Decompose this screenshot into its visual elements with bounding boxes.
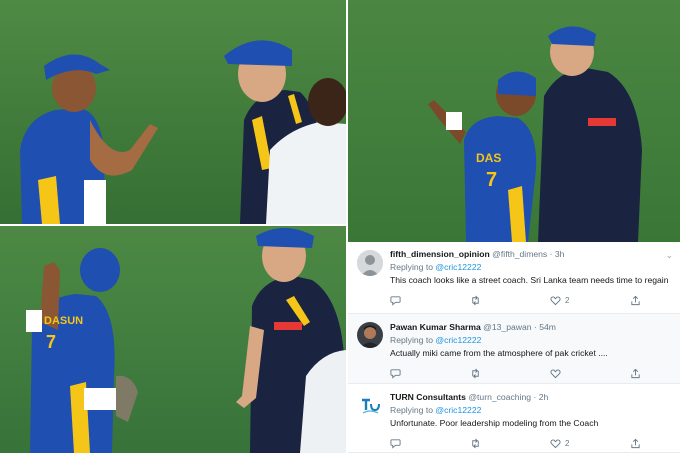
tweet-author-name[interactable]: TURN Consultants — [390, 392, 466, 402]
reply-button[interactable] — [390, 437, 401, 449]
avatar[interactable] — [357, 250, 383, 276]
replying-to-link[interactable]: @cric12222 — [435, 262, 481, 272]
retweet-button[interactable] — [470, 437, 481, 449]
tweet-actions — [390, 367, 672, 379]
share-button[interactable] — [630, 294, 641, 306]
avatar-icon — [357, 322, 383, 348]
tweet-time[interactable]: 2h — [539, 392, 549, 402]
avatar[interactable] — [357, 392, 383, 418]
like-button[interactable]: 2 — [550, 437, 569, 449]
retweet-icon — [472, 438, 479, 448]
tweet-header: fifth_dimension_opinion @fifth_dimens · … — [390, 249, 565, 259]
share-icon — [631, 438, 640, 448]
replying-label: Replying to — [390, 405, 433, 415]
tweet-text: Actually miki came from the atmosphere o… — [390, 348, 608, 358]
jersey-name-text: DAS — [476, 151, 501, 165]
tweet-replies-panel: fifth_dimension_opinion @fifth_dimens · … — [348, 242, 680, 453]
tweet-time[interactable]: 3h — [555, 249, 565, 259]
heart-icon — [550, 368, 561, 378]
replying-to-link[interactable]: @cric12222 — [435, 405, 481, 415]
tweet-author-handle[interactable]: @fifth_dimens — [492, 249, 547, 259]
tweet-card[interactable]: TURN Consultants @turn_coaching · 2h Rep… — [348, 384, 680, 453]
replying-to-line: Replying to @cric12222 — [390, 335, 481, 345]
photo-top-right: DAS 7 — [348, 0, 680, 242]
tweet-header: TURN Consultants @turn_coaching · 2h — [390, 392, 549, 402]
more-icon[interactable]: ⌄ — [665, 250, 674, 261]
tweet-actions: 2 — [390, 437, 672, 449]
reply-icon — [390, 295, 401, 306]
share-icon — [631, 295, 640, 305]
reply-icon — [390, 438, 401, 449]
tweet-author-handle[interactable]: @turn_coaching — [468, 392, 531, 402]
like-button[interactable] — [550, 367, 565, 379]
tweet-actions: 2 — [390, 294, 672, 306]
retweet-button[interactable] — [470, 294, 481, 306]
share-button[interactable] — [630, 437, 641, 449]
tweet-time[interactable]: 54m — [539, 322, 556, 332]
tweet-text: Unfortunate. Poor leadership modeling fr… — [390, 418, 599, 428]
reply-button[interactable] — [390, 367, 401, 379]
tweet-card[interactable]: Pawan Kumar Sharma @13_pawan · 54m Reply… — [348, 314, 680, 384]
tweet-text: This coach looks like a street coach. Sr… — [390, 275, 669, 285]
replying-label: Replying to — [390, 335, 433, 345]
heart-icon — [550, 438, 561, 448]
jersey-number-text-2: 7 — [46, 332, 56, 352]
tweet-author-name[interactable]: Pawan Kumar Sharma — [390, 322, 481, 332]
tweet-card[interactable]: fifth_dimension_opinion @fifth_dimens · … — [348, 242, 680, 314]
reply-button[interactable] — [390, 294, 401, 306]
retweet-icon — [472, 368, 479, 378]
like-button[interactable]: 2 — [550, 294, 569, 306]
tweet-header: Pawan Kumar Sharma @13_pawan · 54m — [390, 322, 556, 332]
tweet-author-handle[interactable]: @13_pawan — [483, 322, 531, 332]
photo-top-left — [0, 0, 346, 224]
avatar-icon — [357, 250, 383, 276]
logo-icon — [357, 392, 383, 418]
like-count: 2 — [565, 295, 570, 305]
reply-icon — [390, 368, 401, 379]
heart-icon — [550, 295, 561, 305]
tweet-author-name[interactable]: fifth_dimension_opinion — [390, 249, 490, 259]
replying-to-line: Replying to @cric12222 — [390, 405, 481, 415]
jersey-name-text-2: DASUN — [44, 315, 83, 327]
replying-to-line: Replying to @cric12222 — [390, 262, 481, 272]
share-button[interactable] — [630, 367, 641, 379]
replying-to-link[interactable]: @cric12222 — [435, 335, 481, 345]
like-count: 2 — [565, 438, 570, 448]
share-icon — [631, 368, 640, 378]
replying-label: Replying to — [390, 262, 433, 272]
photo-bottom-left: DASUN 7 — [0, 226, 346, 453]
retweet-icon — [472, 295, 479, 305]
avatar[interactable] — [357, 322, 383, 348]
jersey-number-text: 7 — [486, 169, 497, 191]
retweet-button[interactable] — [470, 367, 481, 379]
